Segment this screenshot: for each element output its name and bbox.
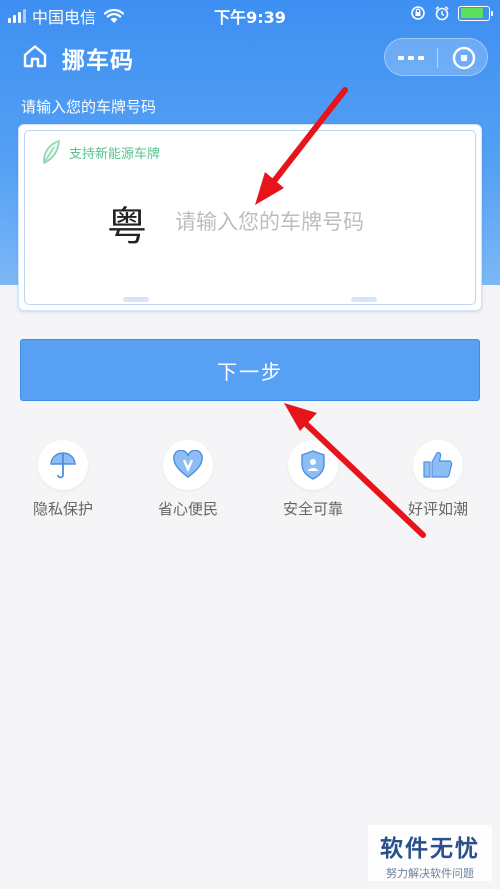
watermark-title: 软件无忧: [380, 836, 480, 862]
next-step-button[interactable]: 下一步: [20, 339, 480, 401]
alarm-icon: [435, 6, 449, 21]
plate-rivet-right: [351, 297, 377, 302]
shield-icon: [301, 450, 325, 480]
page-title: 挪车码: [62, 48, 134, 74]
watermark-logo: 软件无忧 努力解决软件问题: [368, 825, 492, 881]
plate-frame: 支持新能源车牌 粤: [24, 130, 476, 305]
more-button[interactable]: [385, 39, 437, 77]
heart-v-icon: [173, 450, 203, 478]
watermark-subtitle: 努力解决软件问题: [386, 867, 474, 880]
home-icon[interactable]: [22, 44, 48, 68]
leaf-icon: [43, 139, 60, 165]
feature-security: 安全可靠: [263, 440, 363, 519]
feature-icon-circle: [288, 440, 338, 490]
umbrella-icon: [50, 452, 76, 479]
plate-number-input[interactable]: [175, 205, 465, 239]
feature-reviews: 好评如潮: [388, 440, 488, 519]
new-energy-label: 支持新能源车牌: [69, 147, 161, 162]
plate-card: 支持新能源车牌 粤: [18, 124, 482, 311]
feature-icon-circle: [163, 440, 213, 490]
feature-label: 安全可靠: [282, 500, 343, 518]
feature-label: 省心便民: [157, 500, 218, 518]
plate-prompt-label: 请输入您的车牌号码: [21, 98, 157, 116]
battery-fill: [460, 8, 484, 18]
feature-convenience: 省心便民: [138, 440, 238, 519]
plate-rivet-left: [123, 297, 149, 302]
feature-privacy: 隐私保护: [13, 440, 113, 519]
feature-label: 隐私保护: [32, 500, 93, 518]
feature-icon-circle: [413, 440, 463, 490]
rotation-lock-icon: [411, 6, 425, 20]
thumbs-up-icon: [423, 452, 453, 478]
feature-label: 好评如潮: [407, 500, 468, 518]
more-icon: [398, 56, 424, 60]
close-button[interactable]: [438, 39, 489, 77]
status-bar: 中国电信 下午9:39: [0, 0, 500, 30]
mini-program-capsule: [384, 38, 488, 76]
battery-icon: [458, 5, 493, 21]
nav-bar: 挪车码: [0, 34, 500, 78]
province-selector[interactable]: 粤: [107, 194, 147, 252]
feature-icon-circle: [38, 440, 88, 490]
close-icon: [452, 46, 475, 70]
